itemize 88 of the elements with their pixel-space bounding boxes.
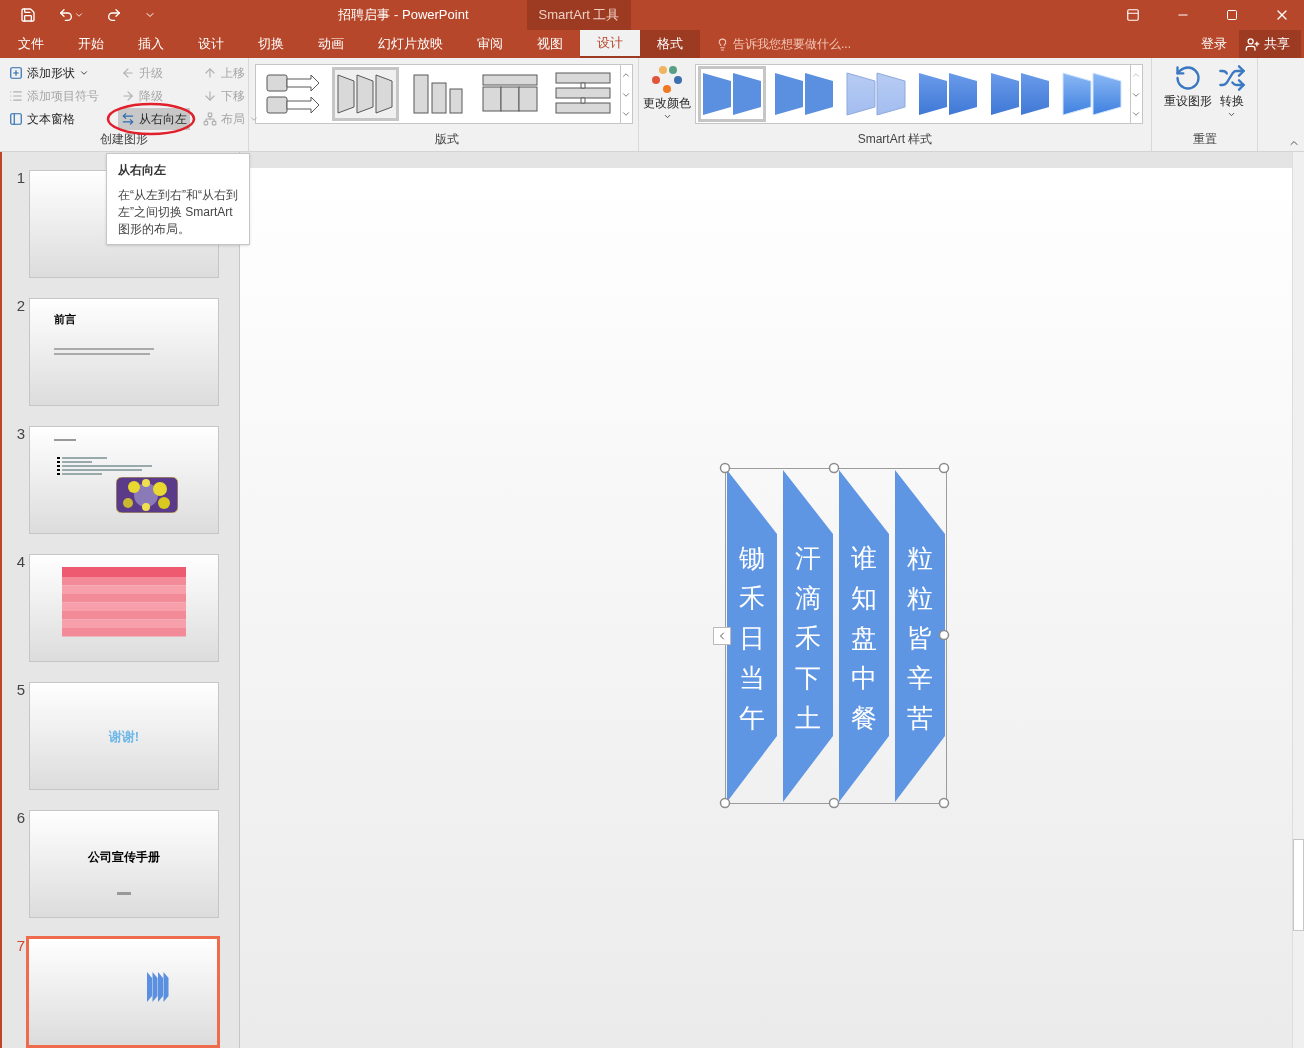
ribbon-tab[interactable]: 开始 [61, 30, 121, 58]
bar-list-layout-icon [412, 71, 464, 117]
slide-number: 3 [15, 426, 26, 441]
slide-number: 4 [15, 554, 26, 569]
convert-button[interactable]: 转换 [1217, 64, 1246, 119]
resize-handle[interactable] [719, 462, 731, 474]
ribbon-command[interactable]: 从右向左 [118, 108, 190, 130]
group-label: 版式 [433, 131, 460, 148]
change-colors-button[interactable]: 更改颜色 [639, 64, 695, 121]
hierarchy-icon [203, 112, 217, 126]
subtitle-line-drawing [117, 892, 131, 895]
color-dots-icon [650, 64, 684, 94]
caret-icon [662, 112, 672, 121]
column-text: 谁知盘中餐 [851, 542, 877, 735]
caret-icon [249, 114, 259, 124]
ribbon-tab[interactable]: 设计 [580, 30, 640, 58]
slide-number: 7 [15, 938, 26, 953]
slide-title: 公司宣传手册 [88, 849, 160, 866]
slide-number: 2 [15, 298, 26, 313]
context-tab-label: SmartArt 工具 [527, 0, 631, 30]
lightbulb-icon [716, 37, 729, 51]
group-label: 重置 [1191, 131, 1218, 148]
caret-icon [1227, 110, 1236, 119]
stacked-flow-layout-icon [553, 71, 612, 117]
slide-thumbnail[interactable]: 前言 [29, 298, 219, 406]
caret-icon [74, 10, 84, 20]
caret-icon [79, 68, 89, 78]
trapezoid-style-icon [1061, 69, 1123, 119]
swap-arrows-icon [121, 112, 135, 126]
user-plus-icon [1245, 36, 1260, 52]
arrow-process-layout-icon [265, 71, 322, 117]
resize-handle[interactable] [938, 462, 950, 474]
smartart-frame[interactable]: 锄禾日当午 汗滴禾下土 谁知盘中餐 粒粒皆辛苦 [725, 468, 947, 804]
resize-handle[interactable] [938, 797, 950, 809]
tooltip-text: 在“从左到右”和“从右到左”之间切换 SmartArt 图形的布局。 [118, 187, 238, 238]
undo-icon[interactable] [58, 7, 74, 23]
ribbon-display-icon[interactable] [1126, 8, 1140, 22]
slide-thumbnail[interactable]: 公司宣传手册 [29, 810, 219, 918]
resize-handle[interactable] [828, 462, 840, 474]
share-button[interactable]: 共享 [1239, 30, 1301, 58]
ribbon-tab[interactable]: 动画 [301, 30, 361, 58]
ribbon-tab[interactable]: 视图 [520, 30, 580, 58]
trapezoid-style-icon [845, 69, 907, 119]
column-text: 汗滴禾下土 [795, 542, 821, 735]
ribbon-command[interactable]: 添加形状 [6, 62, 92, 84]
smartart-thumbnail-drawing [147, 972, 169, 1002]
scrollbar-thumb[interactable] [1293, 839, 1304, 931]
ribbon-tab[interactable]: 审阅 [460, 30, 520, 58]
slide-thumbnail[interactable] [29, 554, 219, 662]
resize-handle[interactable] [938, 629, 950, 641]
save-icon[interactable] [20, 7, 36, 23]
window-title: 招聘启事 - PowerPoint [337, 6, 470, 25]
resize-handle[interactable] [828, 797, 840, 809]
slide-thumbnail[interactable] [26, 936, 220, 1048]
left-arrow-icon [121, 66, 135, 80]
ribbon-command[interactable]: 文本窗格 [6, 108, 78, 130]
reset-graphic-button[interactable]: 重设图形 [1163, 64, 1212, 119]
right-arrow-icon [121, 89, 135, 103]
add-shape-icon [9, 66, 23, 80]
bullet-list-icon [9, 89, 23, 103]
style-option[interactable] [698, 66, 766, 122]
text-pane-toggle[interactable] [713, 627, 731, 645]
slide-number: 6 [15, 810, 26, 825]
layout-option[interactable] [332, 67, 399, 121]
ribbon-tab[interactable]: 格式 [640, 30, 700, 58]
ribbon-tab[interactable]: 插入 [121, 30, 181, 58]
column-text: 锄禾日当午 [739, 542, 765, 735]
maximize-icon[interactable] [1226, 9, 1238, 21]
tooltip-title: 从右向左 [118, 162, 167, 179]
slide-thumbnail[interactable] [29, 426, 219, 534]
slide-number: 1 [15, 170, 26, 185]
resize-handle[interactable] [719, 797, 731, 809]
text-pane-icon [9, 112, 23, 126]
column-text: 粒粒皆辛苦 [907, 542, 933, 735]
reset-icon [1173, 64, 1202, 92]
group-label: SmartArt 样式 [856, 131, 934, 148]
slide-number: 5 [15, 682, 26, 697]
redo-icon[interactable] [106, 7, 122, 23]
ribbon-tab[interactable]: 文件 [1, 30, 61, 58]
trapezoid-list-layout-icon [335, 71, 396, 117]
ribbon-tab[interactable]: 幻灯片放映 [361, 30, 460, 58]
sign-in-link[interactable]: 登录 [1189, 30, 1239, 58]
slide-title: 谢谢! [108, 728, 140, 746]
ribbon-tab[interactable]: 切换 [241, 30, 301, 58]
ribbon-tab[interactable]: 设计 [181, 30, 241, 58]
tell-me-field[interactable]: 告诉我您想要做什么... [733, 35, 973, 53]
slide-title: 前言 [54, 312, 77, 327]
convert-icon [1217, 64, 1246, 92]
